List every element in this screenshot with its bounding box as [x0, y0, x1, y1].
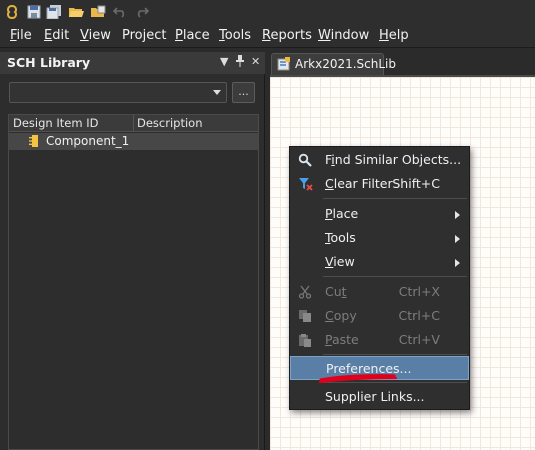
panel-title: SCH Library	[7, 55, 91, 70]
menu-separator	[323, 354, 467, 355]
app-logo-icon[interactable]	[3, 3, 21, 20]
search-icon	[297, 152, 313, 168]
paste-icon	[297, 332, 313, 348]
library-filter-combo[interactable]	[9, 82, 227, 103]
tab-arkx2021-schlib[interactable]: Arkx2021.SchLib	[271, 53, 396, 75]
menu-item-shortcut: Ctrl+C	[398, 308, 440, 323]
menu-item-view[interactable]: View	[290, 250, 469, 274]
menu-item-label: Copy	[325, 308, 357, 323]
context-menu: Find Similar Objects... Clear Filter Shi…	[289, 146, 470, 410]
panel-menu-icon[interactable]: ▼	[220, 55, 228, 68]
menu-item-cut: Cut Ctrl+X	[290, 280, 469, 304]
panel-header: SCH Library ▼ ✕	[0, 52, 265, 74]
submenu-arrow-icon	[455, 259, 460, 267]
menu-item-supplier-links[interactable]: Supplier Links...	[290, 385, 469, 409]
menu-item-copy: Copy Ctrl+C	[290, 304, 469, 328]
menu-item-label: Paste	[325, 332, 359, 347]
submenu-arrow-icon	[455, 235, 460, 243]
menu-separator	[323, 276, 467, 277]
sch-library-panel: SCH Library ▼ ✕ ... Design Item ID Descr…	[0, 52, 265, 450]
menu-view[interactable]: View	[80, 28, 111, 43]
menu-item-label: Clear Filter	[325, 176, 393, 191]
copy-icon	[297, 308, 313, 324]
menu-item-shortcut: Ctrl+V	[398, 332, 440, 347]
save-all-icon[interactable]	[45, 3, 63, 20]
menu-bar: File Edit View Project Place Tools Repor…	[0, 24, 535, 48]
cut-icon	[297, 284, 313, 300]
pin-icon[interactable]	[235, 55, 245, 70]
browse-button[interactable]: ...	[232, 82, 255, 103]
menu-item-find-similar-objects[interactable]: Find Similar Objects...	[290, 148, 469, 172]
menu-file[interactable]: File	[10, 28, 32, 43]
column-separator[interactable]	[133, 115, 134, 132]
toolbar	[0, 0, 535, 24]
menu-item-label: Cut	[325, 284, 347, 299]
component-id: Component_1	[46, 134, 130, 148]
menu-item-label: View	[325, 254, 355, 269]
clear-filter-icon	[297, 176, 313, 192]
menu-item-clear-filter[interactable]: Clear Filter Shift+C	[290, 172, 469, 196]
save-icon[interactable]	[25, 3, 43, 20]
component-icon	[29, 135, 41, 147]
tab-label: Arkx2021.SchLib	[295, 57, 397, 71]
menu-help[interactable]: Help	[379, 28, 409, 43]
menu-item-label: Find Similar Objects...	[325, 152, 462, 167]
components-grid: Design Item ID Description Component_1	[8, 114, 259, 450]
menu-edit[interactable]: Edit	[44, 28, 69, 43]
menu-separator	[323, 382, 467, 383]
menu-item-label: Preferences...	[326, 361, 412, 376]
menu-tools[interactable]: Tools	[219, 28, 251, 43]
grid-header: Design Item ID Description	[9, 115, 258, 132]
menu-item-place[interactable]: Place	[290, 202, 469, 226]
menu-project[interactable]: Project	[122, 28, 166, 43]
menu-item-tools[interactable]: Tools	[290, 226, 469, 250]
menu-separator	[323, 198, 467, 199]
menu-window[interactable]: Window	[318, 28, 369, 43]
menu-place[interactable]: Place	[175, 28, 210, 43]
menu-item-shortcut: Ctrl+X	[398, 284, 440, 299]
menu-item-shortcut: Shift+C	[392, 176, 440, 191]
table-row[interactable]: Component_1	[9, 133, 258, 150]
chevron-down-icon[interactable]	[213, 90, 221, 95]
submenu-arrow-icon	[455, 211, 460, 219]
column-design-item-id[interactable]: Design Item ID	[13, 116, 98, 130]
menu-item-label: Tools	[325, 230, 356, 245]
menu-item-label: Place	[325, 206, 359, 221]
open-folder-icon[interactable]	[67, 3, 85, 20]
menu-reports[interactable]: Reports	[262, 28, 312, 43]
undo-icon	[111, 3, 129, 20]
menu-item-preferences[interactable]: Preferences...	[290, 356, 469, 380]
column-description[interactable]: Description	[137, 116, 203, 130]
menu-item-label: Supplier Links...	[325, 389, 425, 404]
panel-close-icon[interactable]: ✕	[251, 55, 260, 68]
schlib-document-icon	[277, 57, 291, 71]
open-project-icon[interactable]	[89, 3, 107, 20]
menu-item-paste: Paste Ctrl+V	[290, 328, 469, 352]
redo-icon	[133, 3, 151, 20]
